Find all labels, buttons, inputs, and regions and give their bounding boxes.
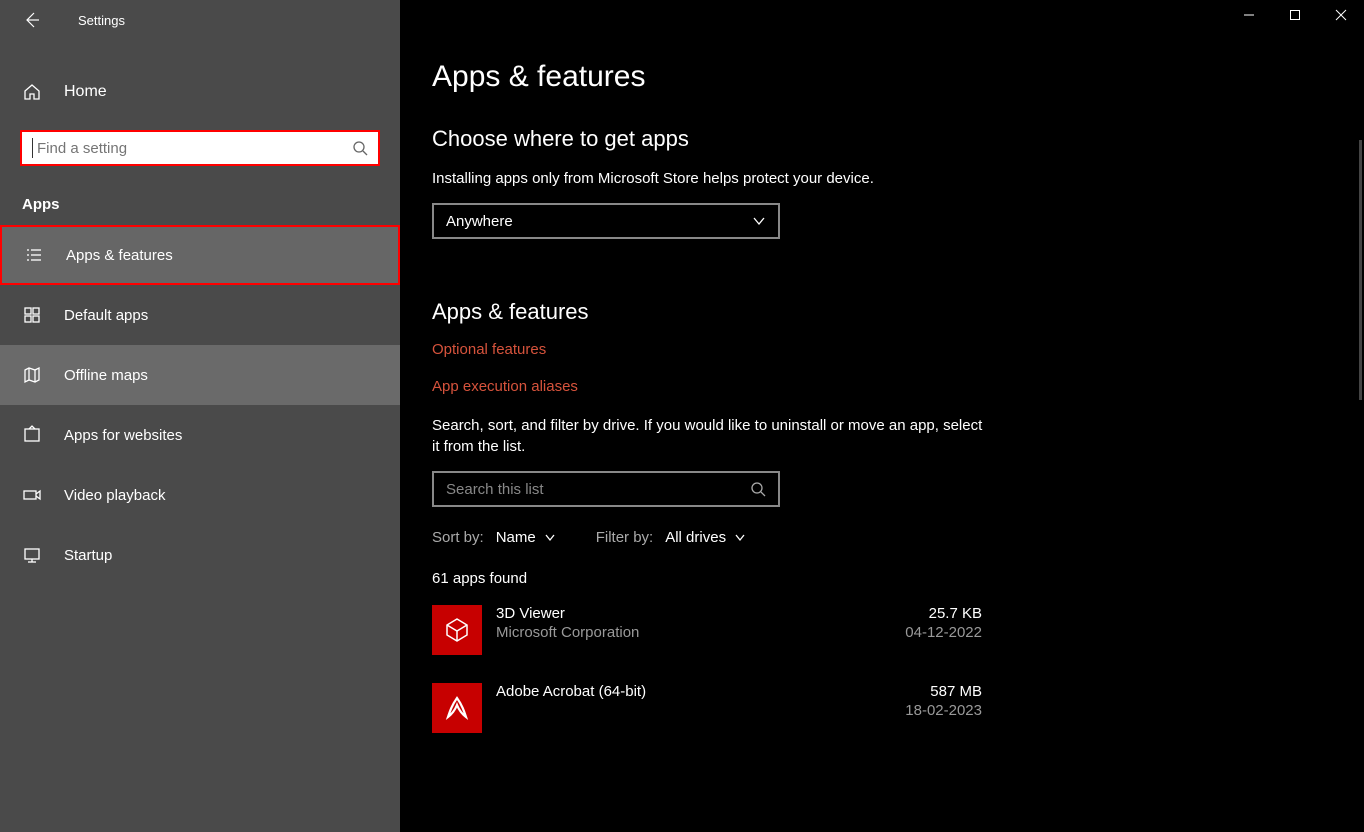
section-heading-apps: Apps & features — [432, 299, 1364, 325]
nav-item-video-playback[interactable]: Video playback — [0, 465, 400, 525]
app-meta: 587 MB 18-02-2023 — [905, 683, 982, 719]
nav-item-offline-maps[interactable]: Offline maps — [0, 345, 400, 405]
chevron-down-icon — [734, 532, 746, 544]
nav-item-label: Apps & features — [66, 247, 173, 264]
filter-by-control[interactable]: Filter by: All drives — [596, 529, 746, 546]
sidebar-header: Settings — [0, 0, 400, 40]
search-icon — [352, 140, 368, 156]
nav-item-apps-websites[interactable]: Apps for websites — [0, 405, 400, 465]
list-search-input[interactable]: Search this list — [432, 471, 780, 507]
app-date: 04-12-2022 — [905, 624, 982, 641]
sidebar: Settings Home Apps Apps & features — [0, 0, 400, 832]
app-row[interactable]: 3D Viewer Microsoft Corporation 25.7 KB … — [432, 605, 982, 655]
home-nav-item[interactable]: Home — [0, 68, 400, 116]
home-icon — [22, 82, 42, 102]
nav-item-label: Default apps — [64, 307, 148, 324]
home-label: Home — [64, 83, 107, 101]
app-info: 3D Viewer Microsoft Corporation — [496, 605, 905, 641]
app-icon-3d — [432, 605, 482, 655]
apps-features-icon — [24, 245, 44, 265]
startup-icon — [22, 545, 42, 565]
app-date: 18-02-2023 — [905, 702, 982, 719]
app-name: Adobe Acrobat (64-bit) — [496, 683, 905, 700]
window-title: Settings — [78, 13, 125, 28]
filter-label: Filter by: — [596, 529, 654, 546]
search-field[interactable] — [37, 140, 352, 157]
sort-filter-bar: Sort by: Name Filter by: All drives — [432, 529, 1364, 546]
nav-item-startup[interactable]: Startup — [0, 525, 400, 585]
video-playback-icon — [22, 485, 42, 505]
default-apps-icon — [22, 305, 42, 325]
sort-label: Sort by: — [432, 529, 484, 546]
section-heading-source: Choose where to get apps — [432, 126, 1364, 152]
app-info: Adobe Acrobat (64-bit) — [496, 683, 905, 702]
nav-item-default-apps[interactable]: Default apps — [0, 285, 400, 345]
scrollbar[interactable] — [1359, 140, 1362, 400]
list-search-placeholder: Search this list — [446, 481, 750, 498]
nav-item-label: Startup — [64, 547, 112, 564]
maximize-button[interactable] — [1272, 0, 1318, 30]
window-controls — [1226, 0, 1364, 30]
app-icon-acrobat — [432, 683, 482, 733]
nav-item-label: Apps for websites — [64, 427, 182, 444]
sort-by-control[interactable]: Sort by: Name — [432, 529, 556, 546]
search-input[interactable] — [20, 130, 380, 166]
search-icon — [750, 481, 766, 497]
nav-item-label: Offline maps — [64, 367, 148, 384]
section-desc-source: Installing apps only from Microsoft Stor… — [432, 168, 992, 189]
app-source-dropdown[interactable]: Anywhere — [432, 203, 780, 239]
app-size: 587 MB — [905, 683, 982, 700]
main-content: Apps & features Choose where to get apps… — [400, 0, 1364, 832]
dropdown-value: Anywhere — [446, 213, 513, 230]
chevron-down-icon — [752, 214, 766, 228]
link-app-execution-aliases[interactable]: App execution aliases — [432, 378, 1364, 395]
page-title: Apps & features — [432, 60, 1364, 94]
text-caret — [32, 138, 33, 158]
offline-maps-icon — [22, 365, 42, 385]
link-optional-features[interactable]: Optional features — [432, 341, 1364, 358]
list-desc: Search, sort, and filter by drive. If yo… — [432, 415, 992, 457]
minimize-button[interactable] — [1226, 0, 1272, 30]
app-meta: 25.7 KB 04-12-2022 — [905, 605, 982, 641]
nav-item-apps-features[interactable]: Apps & features — [0, 225, 400, 285]
app-publisher: Microsoft Corporation — [496, 624, 905, 641]
nav-item-label: Video playback — [64, 487, 165, 504]
sort-value: Name — [496, 529, 536, 546]
filter-value: All drives — [665, 529, 726, 546]
apps-count: 61 apps found — [432, 570, 1364, 587]
app-size: 25.7 KB — [905, 605, 982, 622]
app-row[interactable]: Adobe Acrobat (64-bit) 587 MB 18-02-2023 — [432, 683, 982, 733]
back-arrow-icon[interactable] — [22, 11, 40, 29]
apps-websites-icon — [22, 425, 42, 445]
chevron-down-icon — [544, 532, 556, 544]
close-button[interactable] — [1318, 0, 1364, 30]
category-label: Apps — [22, 196, 400, 213]
app-name: 3D Viewer — [496, 605, 905, 622]
